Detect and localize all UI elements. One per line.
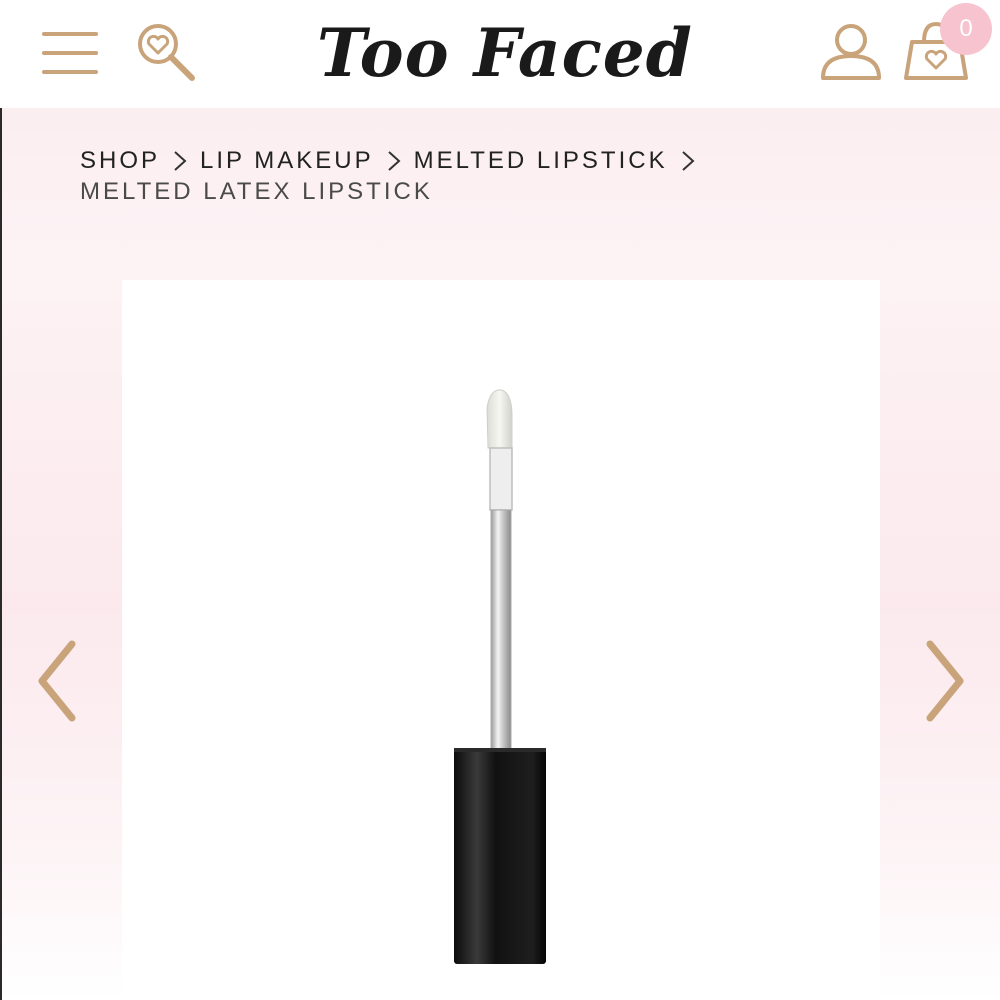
account-button[interactable]: [818, 22, 884, 82]
chevron-right-icon: [374, 146, 414, 176]
hamburger-menu-icon: [42, 32, 98, 74]
menu-button[interactable]: [38, 28, 102, 78]
breadcrumb: SHOP LIP MAKEUP MELTED LIPSTICK MELTED L…: [80, 146, 840, 206]
cart-count-badge: 0: [940, 3, 992, 55]
breadcrumb-shop[interactable]: SHOP: [80, 147, 160, 175]
breadcrumb-melted-lipstick[interactable]: MELTED LIPSTICK: [414, 147, 668, 175]
product-image: [440, 386, 560, 966]
breadcrumb-current: MELTED LATEX LIPSTICK: [80, 178, 433, 205]
breadcrumb-lip-makeup[interactable]: LIP MAKEUP: [200, 147, 374, 175]
chevron-right-icon: [160, 146, 200, 176]
chevron-right-icon: [668, 146, 708, 176]
carousel-prev-button[interactable]: [28, 636, 88, 726]
search-button[interactable]: [134, 20, 198, 84]
chevron-right-icon: [926, 640, 964, 722]
site-header: Too Faced 0: [0, 0, 1000, 108]
lip-applicator-image: [454, 389, 546, 964]
heart-magnifier-icon: [138, 24, 195, 81]
user-icon: [821, 24, 881, 80]
chevron-left-icon: [38, 640, 76, 722]
carousel-next-button[interactable]: [914, 636, 974, 726]
brand-logo[interactable]: Too Faced: [270, 4, 740, 102]
